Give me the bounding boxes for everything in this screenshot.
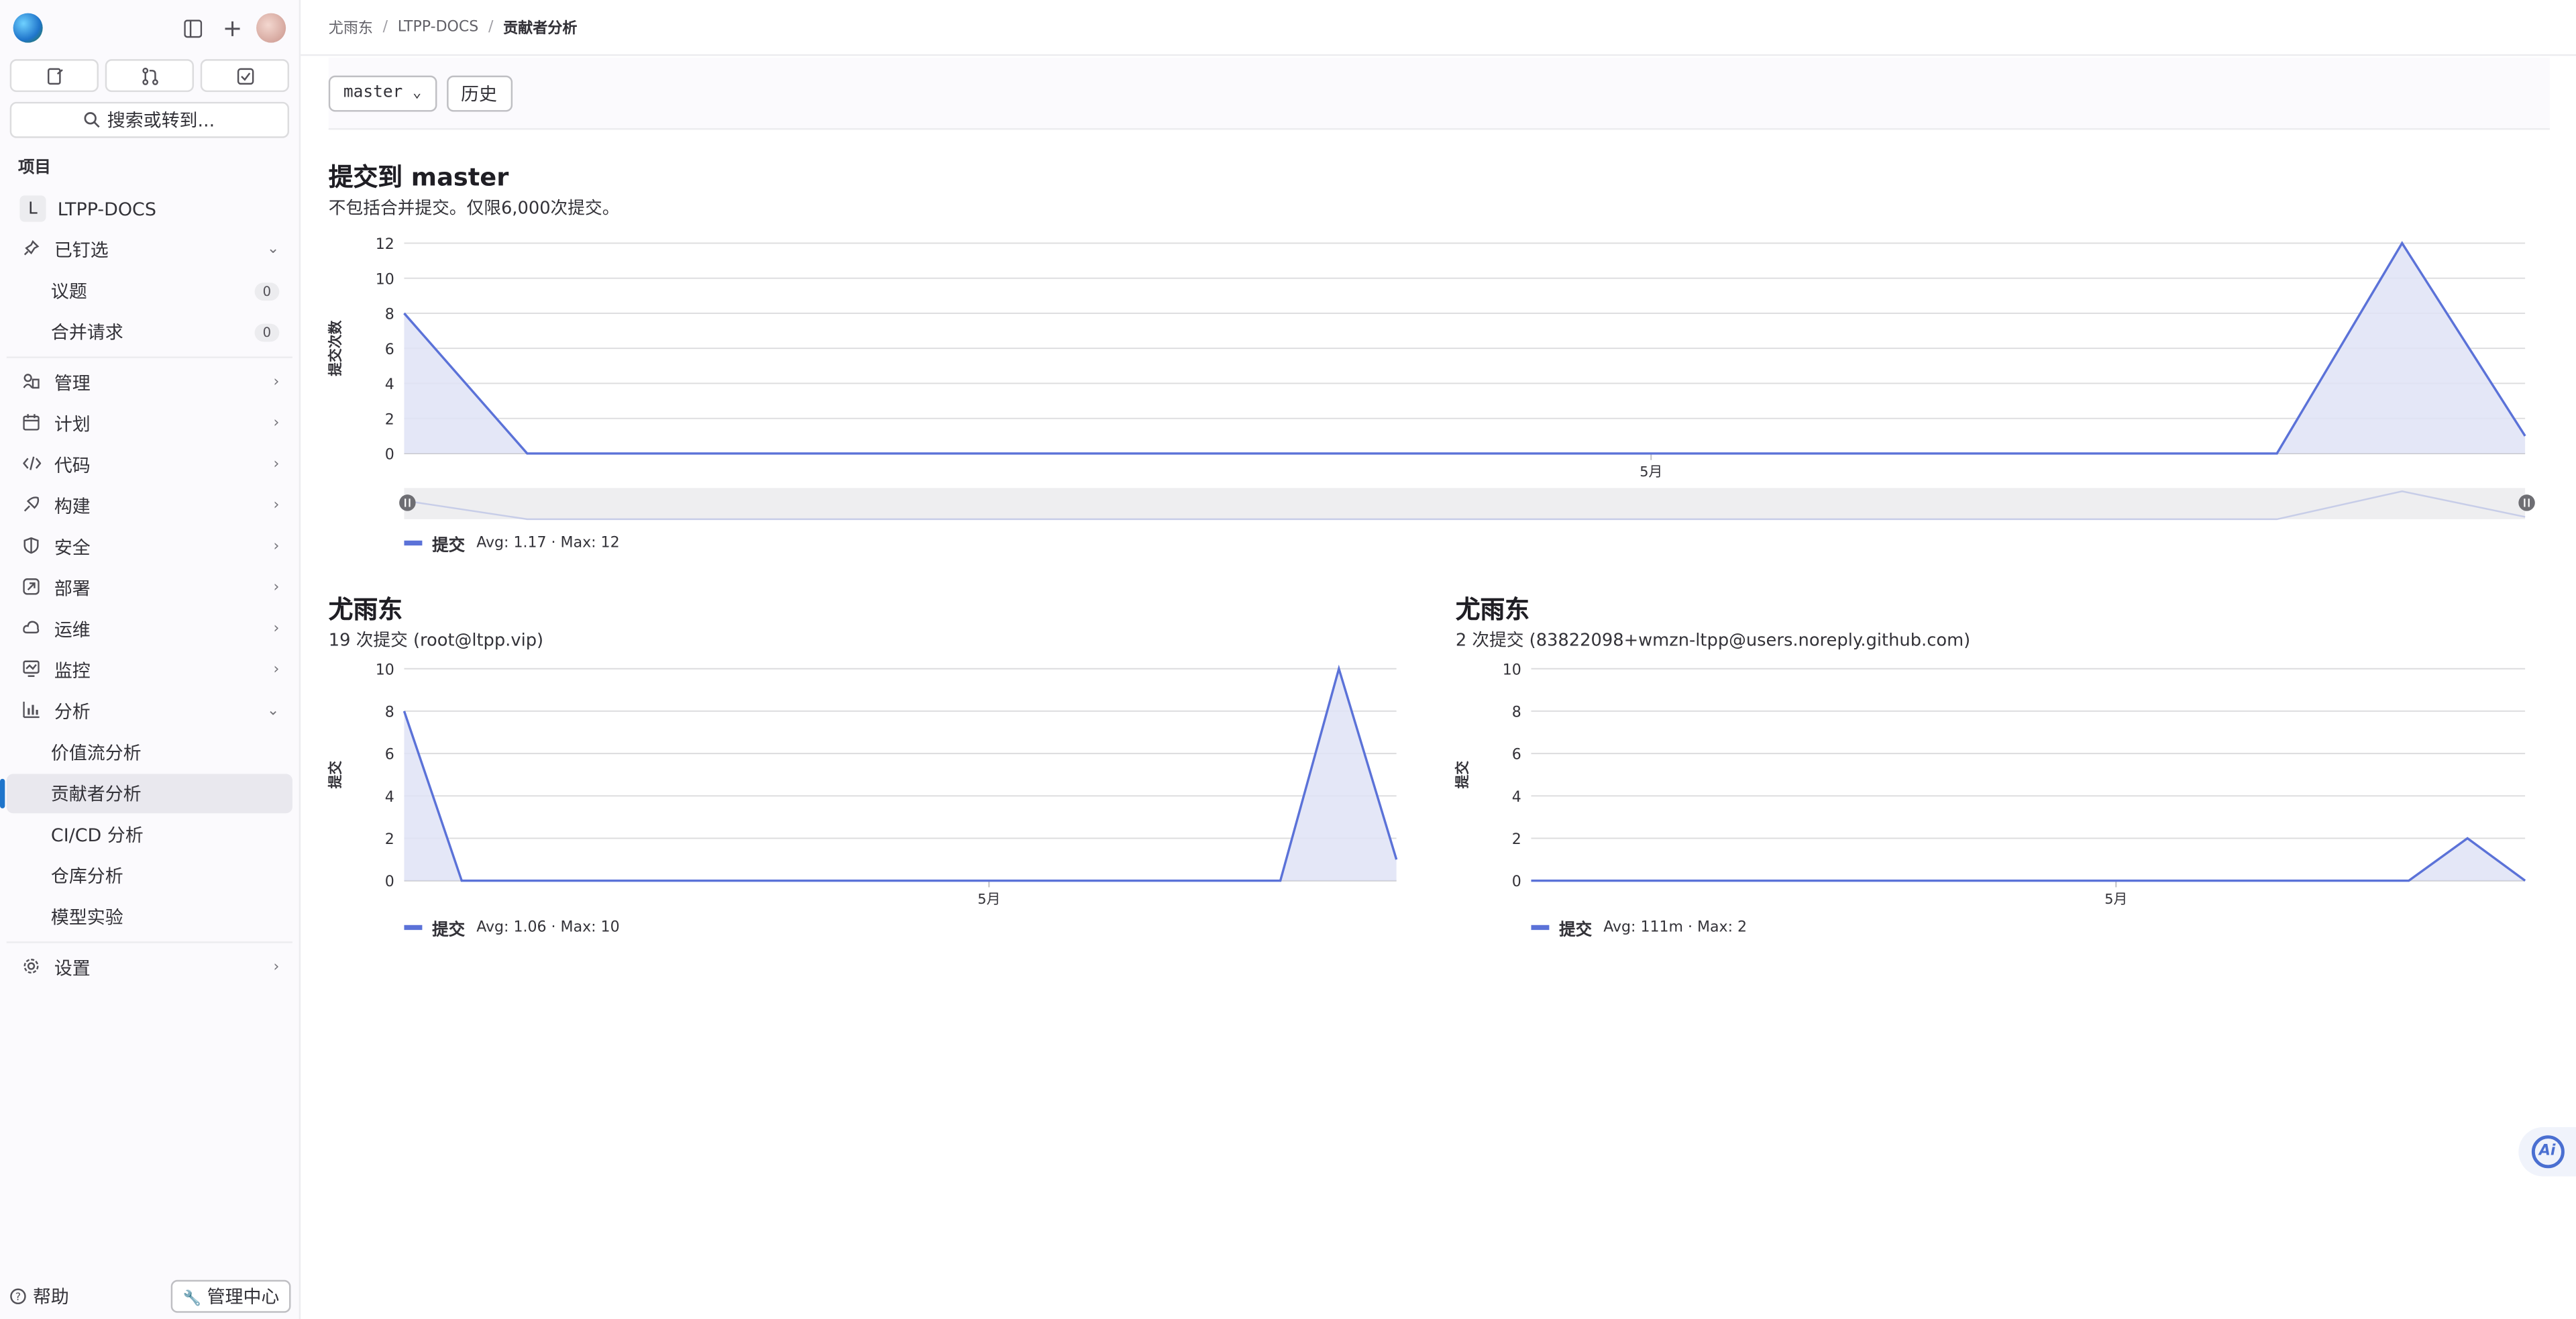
zoom-handle-right[interactable] — [2518, 494, 2535, 511]
y-tick-label: 10 — [1503, 662, 1521, 678]
contributor-legend: 提交 Avg: 111m · Max: 2 — [1531, 915, 1747, 940]
contributor-summary: 2 次提交 (83822098+wmzn-ltpp@users.noreply.… — [1455, 631, 1971, 651]
y-tick-label: 2 — [385, 411, 394, 428]
y-tick-label: 0 — [385, 874, 394, 890]
series-line — [402, 664, 1398, 882]
zoom-handle-left[interactable] — [399, 494, 416, 511]
y-tick-label: 10 — [376, 662, 394, 678]
legend-swatch — [404, 925, 423, 931]
x-tick-label: 5月 — [1640, 464, 1662, 480]
y-tick-label: 10 — [376, 271, 394, 288]
contributor-name: 尤雨东 — [328, 594, 403, 625]
series-area — [404, 668, 1397, 881]
y-tick-label: 6 — [1512, 747, 1521, 763]
contributor-legend: 提交 Avg: 1.06 · Max: 10 — [404, 915, 620, 940]
legend-swatch — [1531, 925, 1550, 931]
legend-swatch — [404, 540, 423, 546]
overview-chart: 0 2 4 6 8 10 12 提交次数 5月 0 2 4 6 8 10 提交 5月 0 2 4 6 8 10 提交 5月 — [327, 236, 2535, 907]
y-tick-label: 8 — [385, 704, 394, 721]
series-area — [1531, 838, 2526, 881]
ai-icon: Ai — [2530, 1135, 2564, 1169]
y-axis-label: 提交 — [327, 761, 343, 789]
contributor-name: 尤雨东 — [1455, 594, 1530, 625]
y-tick-label: 2 — [1512, 831, 1521, 848]
y-axis-label: 提交 — [1454, 761, 1470, 789]
legend-stats: Avg: 1.06 · Max: 10 — [476, 919, 620, 936]
y-tick-label: 8 — [385, 307, 394, 323]
y-tick-label: 6 — [385, 747, 394, 763]
y-tick-label: 6 — [385, 341, 394, 358]
legend-name: 提交 — [432, 537, 466, 556]
y-tick-label: 0 — [1512, 874, 1521, 890]
x-tick-label: 5月 — [977, 891, 1000, 907]
y-tick-label: 4 — [385, 376, 394, 393]
y-tick-label: 0 — [385, 446, 394, 463]
y-tick-label: 8 — [1512, 704, 1521, 721]
legend-stats: Avg: 1.17 · Max: 12 — [476, 535, 620, 551]
y-tick-label: 2 — [385, 831, 394, 848]
y-axis-label: 提交次数 — [327, 320, 343, 376]
legend-name: 提交 — [1559, 921, 1593, 940]
y-tick-label: 4 — [385, 789, 394, 806]
overview-legend: 提交 Avg: 1.17 · Max: 12 — [404, 531, 620, 556]
zoom-slider — [404, 488, 2526, 519]
contributor-summary: 19 次提交 (root@ltpp.vip) — [328, 631, 544, 651]
y-tick-label: 12 — [376, 236, 394, 253]
series-line — [1531, 837, 2526, 882]
x-tick-label: 5月 — [2104, 891, 2127, 907]
y-tick-label: 4 — [1512, 789, 1521, 806]
legend-stats: Avg: 111m · Max: 2 — [1603, 919, 1748, 936]
legend-name: 提交 — [432, 921, 466, 940]
ai-assistant-button[interactable]: Ai — [2518, 1127, 2576, 1177]
